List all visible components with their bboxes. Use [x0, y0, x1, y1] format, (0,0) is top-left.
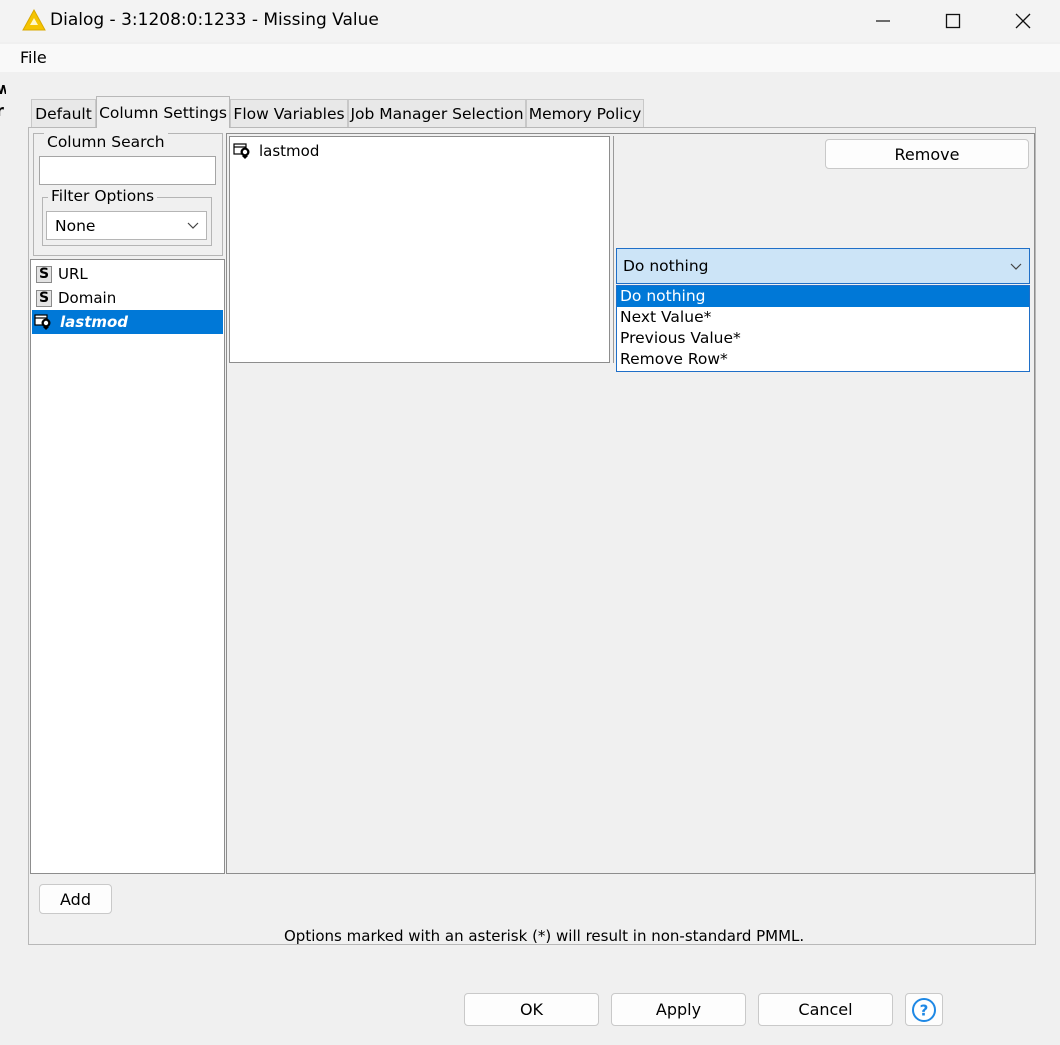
filter-options-value: None: [55, 216, 96, 235]
list-item[interactable]: lastmod: [231, 139, 608, 163]
selected-columns-list: lastmod: [229, 136, 610, 363]
remove-button[interactable]: Remove: [825, 139, 1029, 169]
dropdown-option-next-value[interactable]: Next Value*: [617, 307, 1029, 328]
chevron-down-icon: [1010, 263, 1022, 270]
dropdown-option-remove-row[interactable]: Remove Row*: [617, 349, 1029, 370]
knime-warning-icon: [22, 9, 46, 31]
pmml-note: Options marked with an asterisk (*) will…: [284, 927, 805, 945]
column-search-input[interactable]: [39, 156, 216, 185]
string-type-icon: S: [36, 265, 52, 283]
minimize-icon: [876, 20, 890, 22]
close-icon: [1015, 13, 1031, 29]
column-list: S URL S Domain lastmod: [30, 259, 225, 874]
tab-job-manager-selection[interactable]: Job Manager Selection: [348, 99, 526, 127]
add-button[interactable]: Add: [39, 884, 112, 914]
background-window-edge: wr: [0, 78, 6, 118]
apply-button[interactable]: Apply: [611, 993, 746, 1026]
svg-text:?: ?: [920, 1001, 929, 1019]
menu-file[interactable]: File: [20, 48, 47, 67]
chevron-down-icon: [187, 222, 199, 229]
list-item[interactable]: S URL: [32, 262, 223, 286]
dropdown-option-do-nothing[interactable]: Do nothing: [617, 286, 1029, 307]
list-item[interactable]: S Domain: [32, 286, 223, 310]
strategy-select-value: Do nothing: [623, 257, 709, 275]
menu-bar: [0, 44, 1060, 72]
filter-options-select[interactable]: None: [46, 211, 207, 240]
tab-column-settings[interactable]: Column Settings: [96, 96, 230, 128]
column-name: Domain: [58, 289, 117, 307]
cancel-button[interactable]: Cancel: [758, 993, 893, 1026]
strategy-select[interactable]: Do nothing: [616, 248, 1030, 284]
datetime-type-icon: [233, 143, 250, 159]
dropdown-option-previous-value[interactable]: Previous Value*: [617, 328, 1029, 349]
filter-options-label: Filter Options: [48, 187, 158, 205]
tab-default[interactable]: Default: [31, 99, 96, 127]
datetime-type-icon: [34, 314, 51, 330]
column-name: lastmod: [60, 313, 129, 331]
minimize-button[interactable]: [848, 0, 918, 42]
tab-flow-variables[interactable]: Flow Variables: [230, 99, 348, 127]
maximize-icon: [945, 13, 961, 29]
window-title: Dialog - 3:1208:0:1233 - Missing Value: [50, 10, 379, 30]
string-type-icon: S: [36, 289, 52, 307]
ok-button[interactable]: OK: [464, 993, 599, 1026]
column-name: lastmod: [259, 142, 320, 160]
maximize-button[interactable]: [918, 0, 988, 42]
help-icon: ?: [912, 997, 936, 1022]
column-search-label: Column Search: [44, 133, 168, 151]
strategy-dropdown-list: Do nothing Next Value* Previous Value* R…: [616, 285, 1030, 372]
help-button[interactable]: ?: [905, 993, 943, 1026]
close-button[interactable]: [988, 0, 1058, 42]
column-name: URL: [58, 265, 88, 283]
tab-memory-policy[interactable]: Memory Policy: [526, 99, 644, 127]
list-item-selected[interactable]: lastmod: [32, 310, 223, 334]
